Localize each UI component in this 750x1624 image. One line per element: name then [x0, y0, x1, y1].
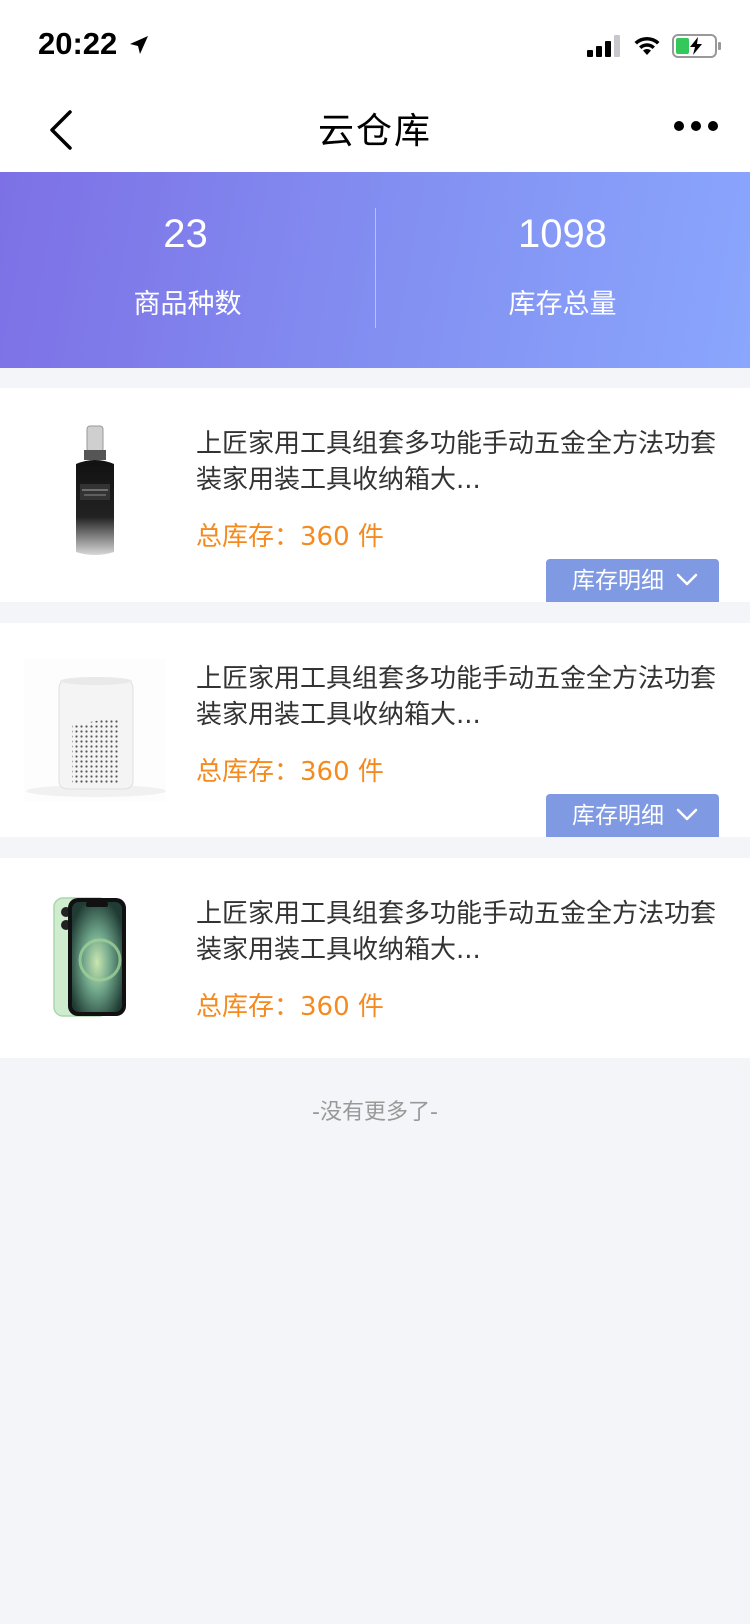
- stock-detail-button[interactable]: 库存明细: [546, 794, 719, 837]
- total-stock-label: 库存总量: [508, 289, 617, 320]
- chevron-down-icon: [676, 573, 698, 586]
- product-title: 上匠家用工具组套多功能手动五金全方法功套装家用装工具收纳箱大...: [196, 899, 717, 965]
- product-card[interactable]: 上匠家用工具组套多功能手动五金全方法功套装家用装工具收纳箱大... 总库存：36…: [0, 623, 750, 837]
- more-options-icon[interactable]: [672, 116, 720, 136]
- chevron-down-icon: [676, 808, 698, 821]
- smart-speaker-image: [24, 659, 166, 801]
- product-card[interactable]: 上匠家用工具组套多功能手动五金全方法功套装家用装工具收纳箱大... 总库存：36…: [0, 388, 750, 602]
- item-types-label: 商品种数: [133, 289, 242, 320]
- battery-charging-icon: [672, 34, 721, 58]
- total-stock-stat: 1098 库存总量: [375, 172, 750, 368]
- stock-detail-label: 库存明细: [572, 568, 664, 594]
- product-stock: 总库存：360 件: [196, 757, 384, 787]
- stock-detail-button[interactable]: 库存明细: [546, 559, 719, 602]
- item-types-value: 23: [163, 212, 208, 256]
- stats-banner: 23 商品种数 1098 库存总量: [0, 172, 750, 368]
- cellular-signal-icon: [587, 35, 620, 57]
- status-bar: 20:22: [0, 0, 750, 88]
- page-title: 云仓库: [317, 111, 432, 152]
- stock-detail-label: 库存明细: [572, 803, 664, 829]
- product-stock: 总库存：360 件: [196, 992, 384, 1022]
- smartphone-image: [53, 897, 126, 1017]
- location-arrow-icon: [130, 36, 148, 54]
- product-card[interactable]: 上匠家用工具组套多功能手动五金全方法功套装家用装工具收纳箱大... 总库存：36…: [0, 858, 750, 1058]
- status-time: 20:22: [38, 26, 118, 61]
- product-stock: 总库存：360 件: [196, 522, 384, 552]
- product-title: 上匠家用工具组套多功能手动五金全方法功套装家用装工具收纳箱大...: [196, 664, 717, 730]
- end-of-list-text: -没有更多了-: [312, 1100, 438, 1125]
- serum-bottle-image: [76, 425, 114, 555]
- item-types-stat: 23 商品种数: [0, 172, 375, 368]
- total-stock-value: 1098: [518, 212, 607, 256]
- wifi-icon: [634, 36, 660, 55]
- product-title: 上匠家用工具组套多功能手动五金全方法功套装家用装工具收纳箱大...: [196, 429, 717, 495]
- navigation-bar: 云仓库: [0, 88, 750, 172]
